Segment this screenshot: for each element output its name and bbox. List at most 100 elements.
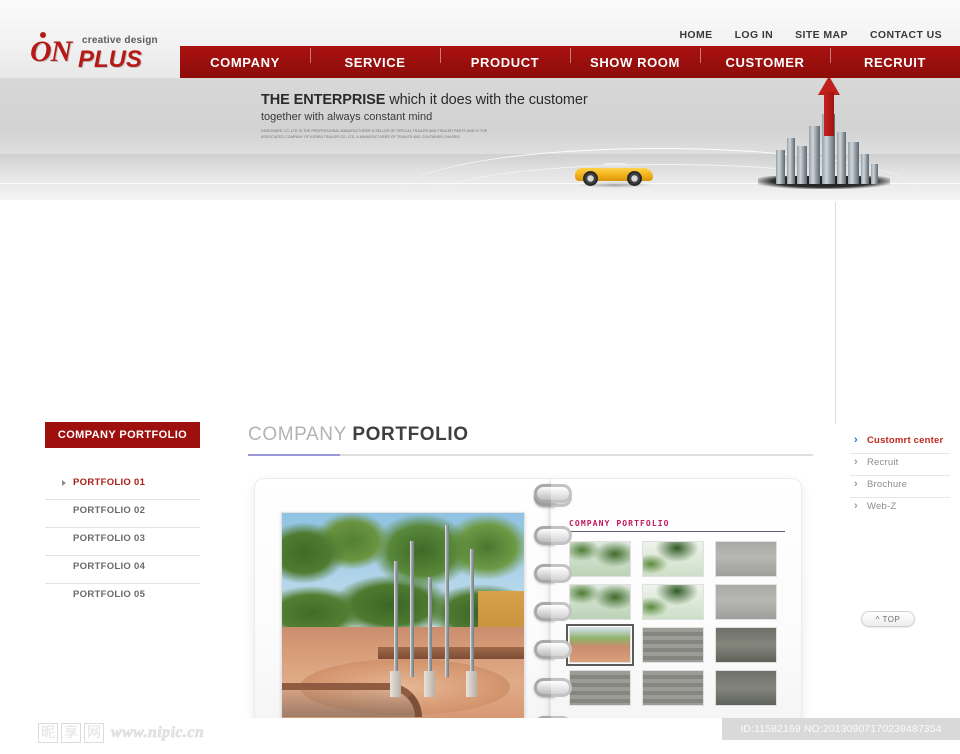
photo-pole-base: [424, 671, 435, 697]
logo-sub-text: PLUS: [78, 46, 143, 73]
gallery-thumb[interactable]: [715, 541, 777, 577]
growth-arrow-icon: [818, 78, 840, 136]
building: [848, 142, 859, 184]
photo-pole: [394, 561, 398, 677]
building: [837, 132, 846, 184]
page-title: COMPANY PORTFOLIO: [248, 424, 813, 456]
car-wheel: [583, 171, 598, 186]
page-footer: 昵 享 网 www.nipic.cn ID:11582169 NO:201309…: [0, 718, 960, 754]
watermark-cn-logo: 昵 享 网: [38, 723, 104, 743]
page-title-underline: [248, 454, 813, 456]
sidebar-item-portfolio-04[interactable]: PORTFOLIO 04: [45, 556, 200, 584]
nav-item-show-room[interactable]: SHOW ROOM: [570, 47, 700, 70]
binder-ring-icon: [534, 564, 572, 583]
logo-tagline: creative design: [82, 35, 158, 46]
binder-page-left: [254, 478, 554, 754]
hero-headline-bold: THE ENTERPRISE: [261, 92, 386, 108]
gallery-thumb[interactable]: [569, 541, 631, 577]
nav-item-product[interactable]: PRODUCT: [440, 47, 570, 70]
sidebar-item-portfolio-01[interactable]: PORTFOLIO 01: [45, 472, 200, 500]
gallery-thumb[interactable]: [715, 627, 777, 663]
hero-fineprint: DESIGNARE CO.,LTD IS THE PROFESSIONAL MA…: [261, 129, 488, 139]
sidebar-left: COMPANY PORTFOLIO PORTFOLIO 01 PORTFOLIO…: [45, 422, 200, 612]
hero-banner: THE ENTERPRISE which it does with the cu…: [0, 78, 960, 200]
building: [871, 164, 878, 184]
nav-item-customer[interactable]: CUSTOMER: [700, 47, 830, 70]
page-root: ON creative design PLUS HOME LOG IN SITE…: [0, 0, 960, 754]
binder-ring-icon: [534, 484, 572, 503]
gallery-thumb[interactable]: [569, 670, 631, 706]
hero-headline: THE ENTERPRISE which it does with the cu…: [261, 92, 588, 108]
page-title-dark: PORTFOLIO: [352, 424, 469, 445]
portfolio-binder: COMPANY PORTFOLIO: [250, 478, 806, 754]
gallery-thumb[interactable]: [642, 541, 704, 577]
photo-bench-rear: [378, 647, 524, 659]
photo-pole: [410, 541, 414, 677]
quicklink-recruit[interactable]: Recruit: [850, 453, 950, 476]
photo-pole-base: [390, 671, 401, 697]
gallery-thumb[interactable]: [642, 584, 704, 620]
photo-pole: [428, 577, 432, 677]
binder-ring-icon: [534, 678, 572, 697]
photo-pole-base: [466, 671, 477, 697]
scroll-to-top-button[interactable]: ^ TOP: [861, 611, 915, 627]
portfolio-main-photo[interactable]: [281, 512, 525, 720]
sidebar-item-portfolio-02[interactable]: PORTFOLIO 02: [45, 500, 200, 528]
site-header: ON creative design PLUS HOME LOG IN SITE…: [0, 0, 960, 78]
sidebar-item-portfolio-03[interactable]: PORTFOLIO 03: [45, 528, 200, 556]
car-wheel: [627, 171, 642, 186]
sidebar-title: COMPANY PORTFOLIO: [45, 422, 200, 448]
logo-main-text: ON: [30, 35, 72, 68]
utility-nav: HOME LOG IN SITE MAP CONTACT US: [679, 29, 942, 41]
quicklink-customer-center[interactable]: Customrt center: [850, 431, 950, 454]
top-link-login[interactable]: LOG IN: [735, 29, 774, 41]
image-id-bar: ID:11582169 NO:20130907170239487354: [722, 718, 960, 740]
nav-item-service[interactable]: SERVICE: [310, 47, 440, 70]
sidebar-menu: PORTFOLIO 01 PORTFOLIO 02 PORTFOLIO 03 P…: [45, 472, 200, 612]
binder-ring-icon: [534, 640, 572, 659]
top-link-home[interactable]: HOME: [679, 29, 712, 41]
yellow-sports-car-graphic: [575, 160, 653, 188]
binder-page-right: COMPANY PORTFOLIO: [550, 478, 802, 754]
building: [776, 150, 785, 184]
sidebar-item-portfolio-05[interactable]: PORTFOLIO 05: [45, 584, 200, 612]
hero-text-block: THE ENTERPRISE which it does with the cu…: [261, 92, 588, 141]
arrow-shaft: [824, 92, 834, 136]
top-link-sitemap[interactable]: SITE MAP: [795, 29, 848, 41]
nav-item-company[interactable]: COMPANY: [180, 55, 310, 70]
photo-pole: [470, 549, 474, 677]
building: [797, 146, 807, 184]
image-id-text: ID:11582169 NO:20130907170239487354: [740, 723, 942, 735]
binder-rings: [534, 484, 572, 754]
page-title-row: COMPANY PORTFOLIO: [248, 424, 813, 446]
binder-ring-icon: [534, 526, 572, 545]
main-navigation: COMPANY SERVICE PRODUCT SHOW ROOM CUSTOM…: [180, 46, 960, 78]
top-link-contact-us[interactable]: CONTACT US: [870, 29, 942, 41]
quicklink-brochure[interactable]: Brochure: [850, 475, 950, 498]
building: [787, 138, 795, 184]
gallery-thumb[interactable]: [569, 584, 631, 620]
gallery-thumb-grid: [566, 541, 785, 706]
portfolio-gallery: COMPANY PORTFOLIO: [566, 519, 785, 706]
binder-ring-icon: [534, 602, 572, 621]
content-divider: [835, 202, 836, 424]
building: [861, 154, 869, 184]
watermark-cn-char: 昵: [38, 723, 58, 743]
gallery-title-rule: [569, 531, 785, 532]
gallery-thumb-selected[interactable]: [566, 624, 634, 666]
gallery-title: COMPANY PORTFOLIO: [569, 519, 670, 528]
quicklink-web-z[interactable]: Web-Z: [850, 497, 950, 520]
gallery-thumb[interactable]: [642, 670, 704, 706]
watermark-url: www.nipic.cn: [111, 724, 205, 742]
watermark: 昵 享 网 www.nipic.cn: [38, 723, 204, 743]
page-title-lite: COMPANY: [248, 424, 347, 445]
sidebar-right: Customrt center Recruit Brochure Web-Z: [850, 431, 950, 520]
site-logo[interactable]: ON creative design PLUS: [30, 30, 165, 73]
gallery-thumb[interactable]: [715, 584, 777, 620]
hero-headline-rest: which it does with the customer: [385, 92, 588, 108]
gallery-thumb[interactable]: [642, 627, 704, 663]
watermark-cn-char: 网: [84, 723, 104, 743]
nav-item-recruit[interactable]: RECRUIT: [830, 47, 960, 70]
content-area: COMPANY PORTFOLIO PORTFOLIO 01 PORTFOLIO…: [0, 200, 960, 754]
gallery-thumb[interactable]: [715, 670, 777, 706]
